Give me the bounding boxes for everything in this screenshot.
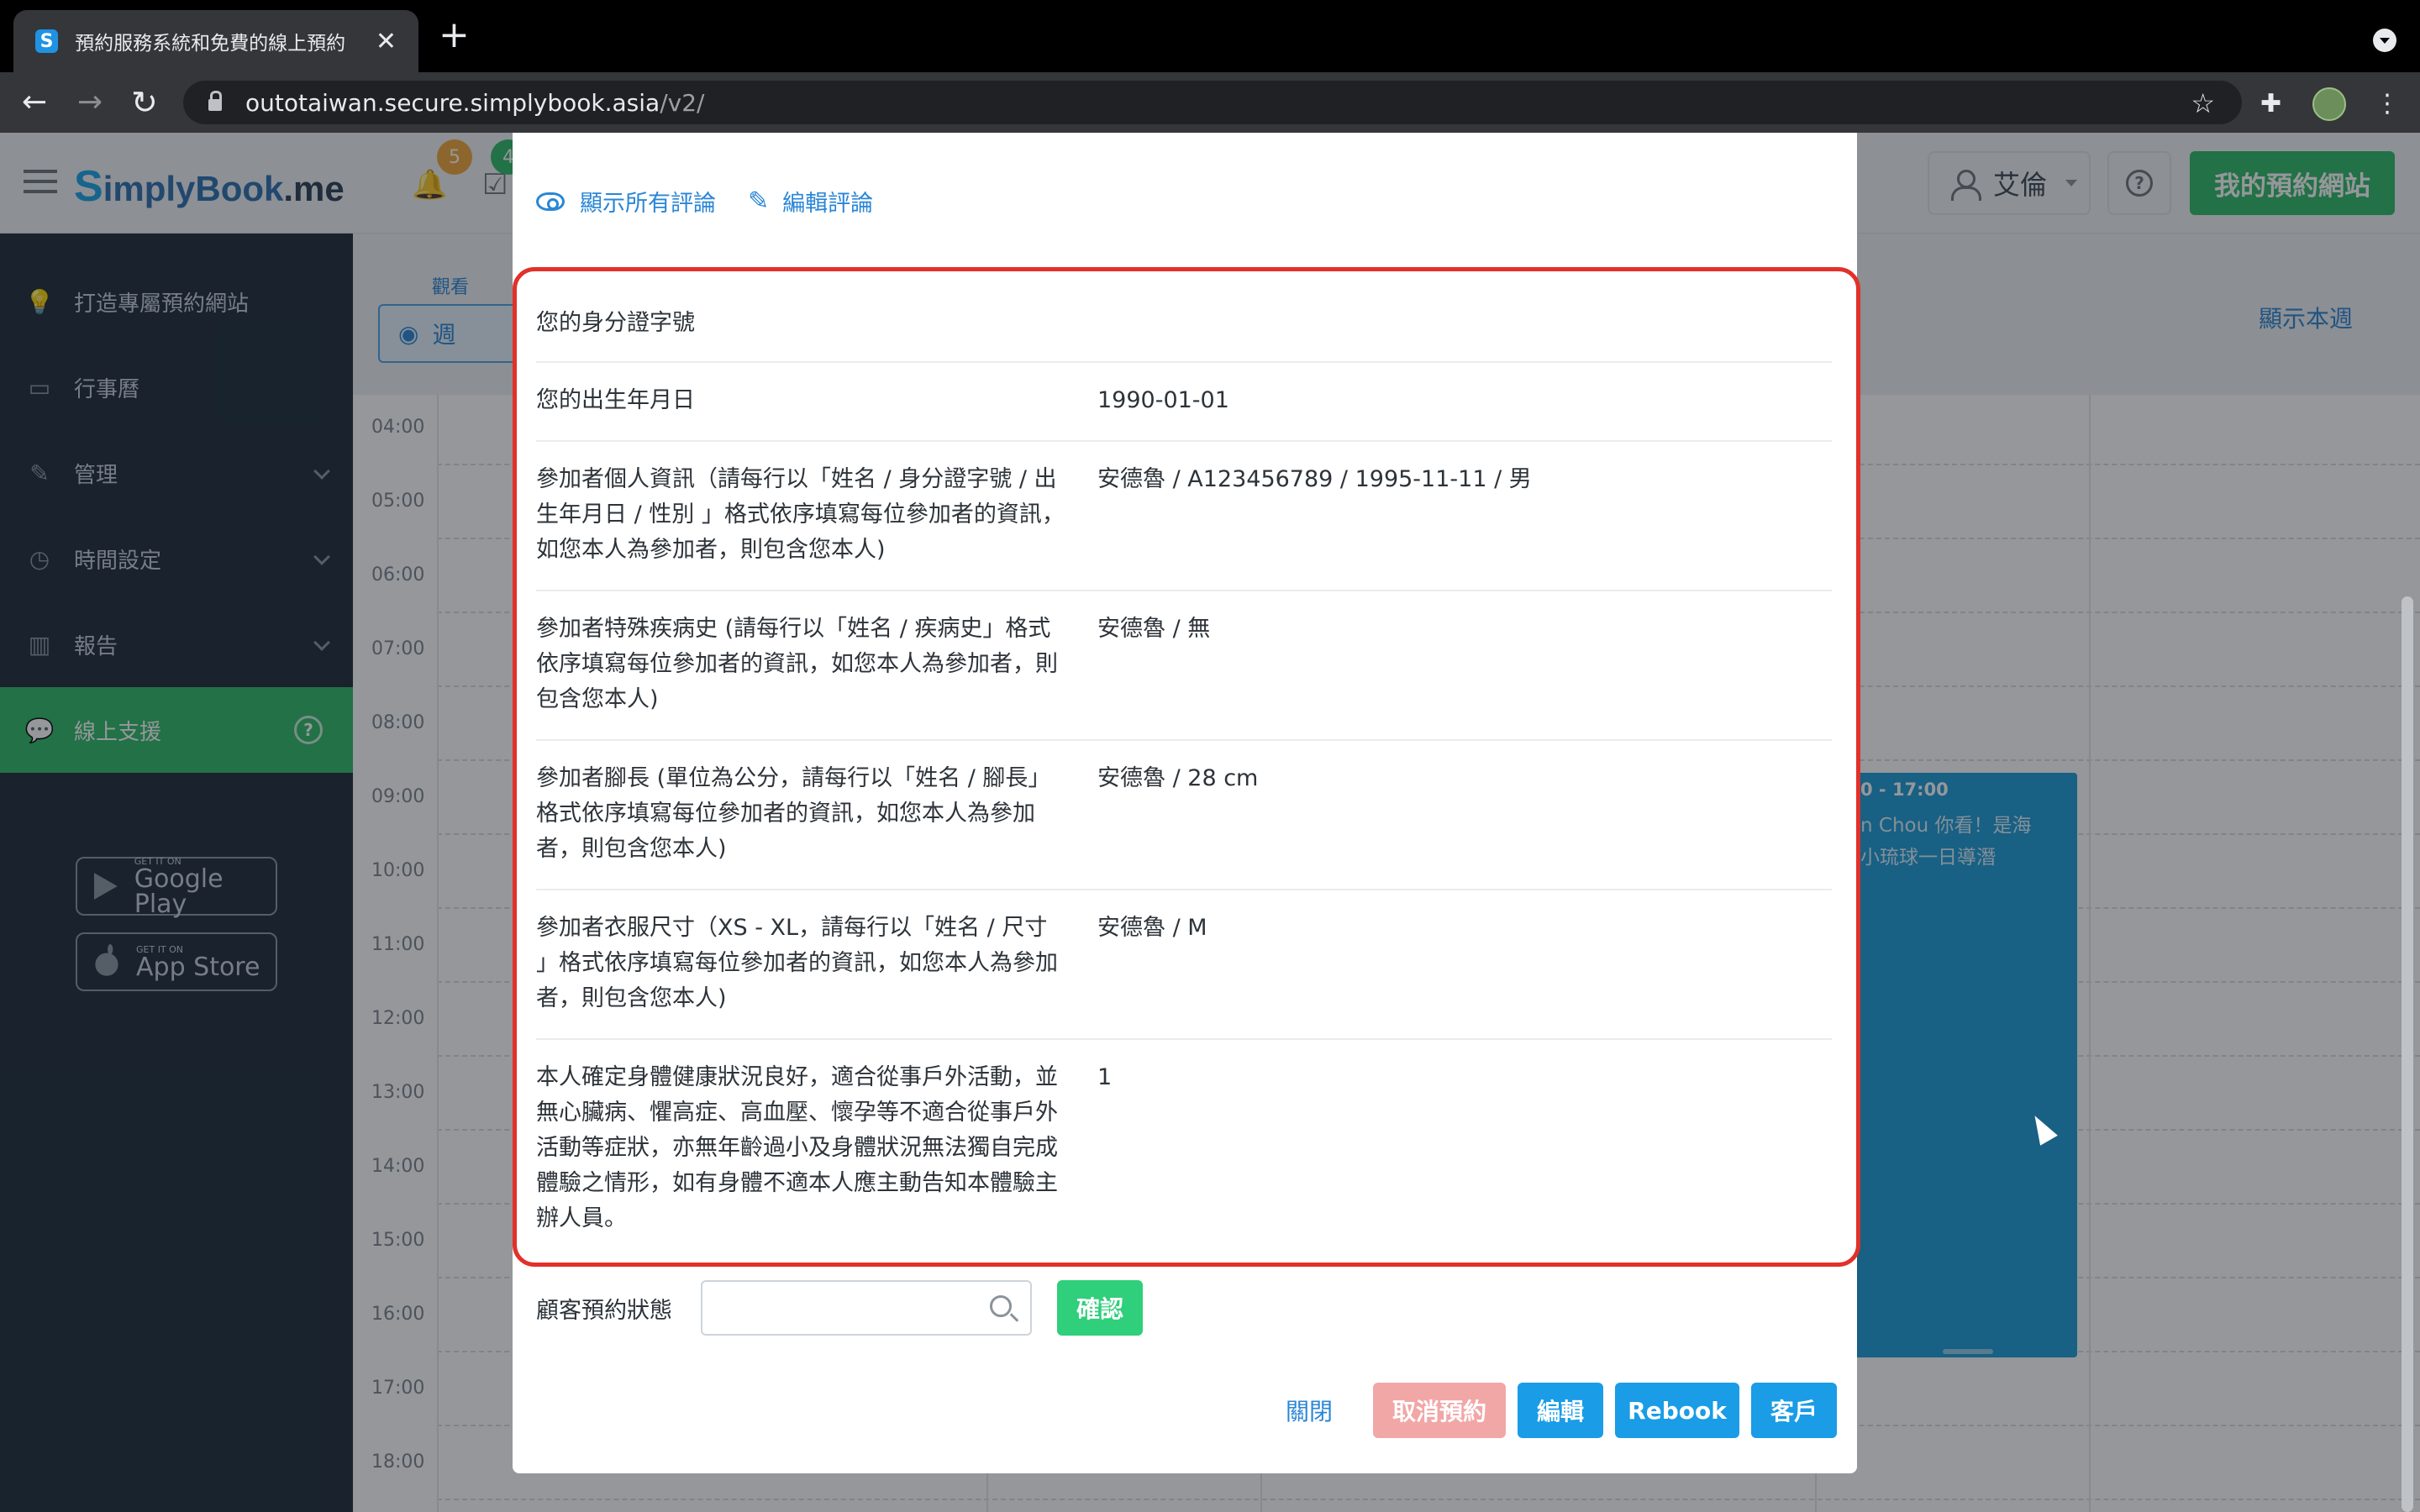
tab-title: 預約服務系統和免費的線上預約 [75, 33, 346, 55]
review-links: 顯示所有評論 ✎ 編輯評論 [536, 185, 873, 218]
booking-status-row: 顧客預約狀態 確認 [536, 1278, 1832, 1337]
eye-icon [536, 192, 565, 211]
browser-toolbar: ← → ↻ outotaiwan.secure.simplybook.asia /… [0, 72, 2420, 133]
url-path: /v2/ [660, 88, 705, 117]
show-all-reviews-link[interactable]: 顯示所有評論 [580, 185, 716, 218]
close-tab-icon[interactable]: ✕ [376, 27, 397, 56]
edit-review-link[interactable]: 編輯評論 [782, 185, 873, 218]
back-icon[interactable]: ← [22, 84, 47, 121]
bookmark-star-icon[interactable]: ☆ [2191, 87, 2215, 119]
search-icon [990, 1295, 1012, 1317]
favicon-icon: S [35, 29, 59, 53]
booking-status-input[interactable] [701, 1280, 1032, 1336]
menu-icon[interactable]: ⋮ [2375, 89, 2400, 118]
edit-button[interactable]: 編輯 [1518, 1383, 1603, 1438]
url-host: outotaiwan.secure.simplybook.asia [245, 88, 660, 117]
booking-status-label: 顧客預約狀態 [536, 1297, 672, 1324]
pencil-icon: ✎ [748, 186, 770, 216]
close-button[interactable]: 關閉 [1286, 1383, 1333, 1438]
client-button[interactable]: 客戶 [1751, 1383, 1837, 1438]
address-bar[interactable]: outotaiwan.secure.simplybook.asia/v2/ ☆ [183, 81, 2242, 124]
lock-icon [208, 91, 222, 111]
reload-icon[interactable]: ↻ [131, 84, 158, 121]
browser-tab[interactable]: S 預約服務系統和免費的線上預約 ✕ [13, 10, 418, 72]
tab-search-button[interactable] [2373, 29, 2396, 52]
scrollbar[interactable] [2402, 596, 2413, 1512]
browser-tabstrip: S 預約服務系統和免費的線上預約 ✕ + [0, 0, 2420, 72]
extensions-icon[interactable]: ✚ [2260, 89, 2281, 118]
modal-footer: 關閉 取消預約 編輯 Rebook 客戶 [1286, 1383, 1837, 1438]
rebook-button[interactable]: Rebook [1615, 1383, 1739, 1438]
cancel-booking-button[interactable]: 取消預約 [1373, 1383, 1506, 1438]
forward-icon[interactable]: → [77, 84, 103, 121]
confirm-button[interactable]: 確認 [1057, 1280, 1143, 1336]
new-tab-button[interactable]: + [439, 17, 470, 54]
highlight-box [513, 267, 1860, 1267]
profile-avatar[interactable] [2312, 87, 2346, 121]
